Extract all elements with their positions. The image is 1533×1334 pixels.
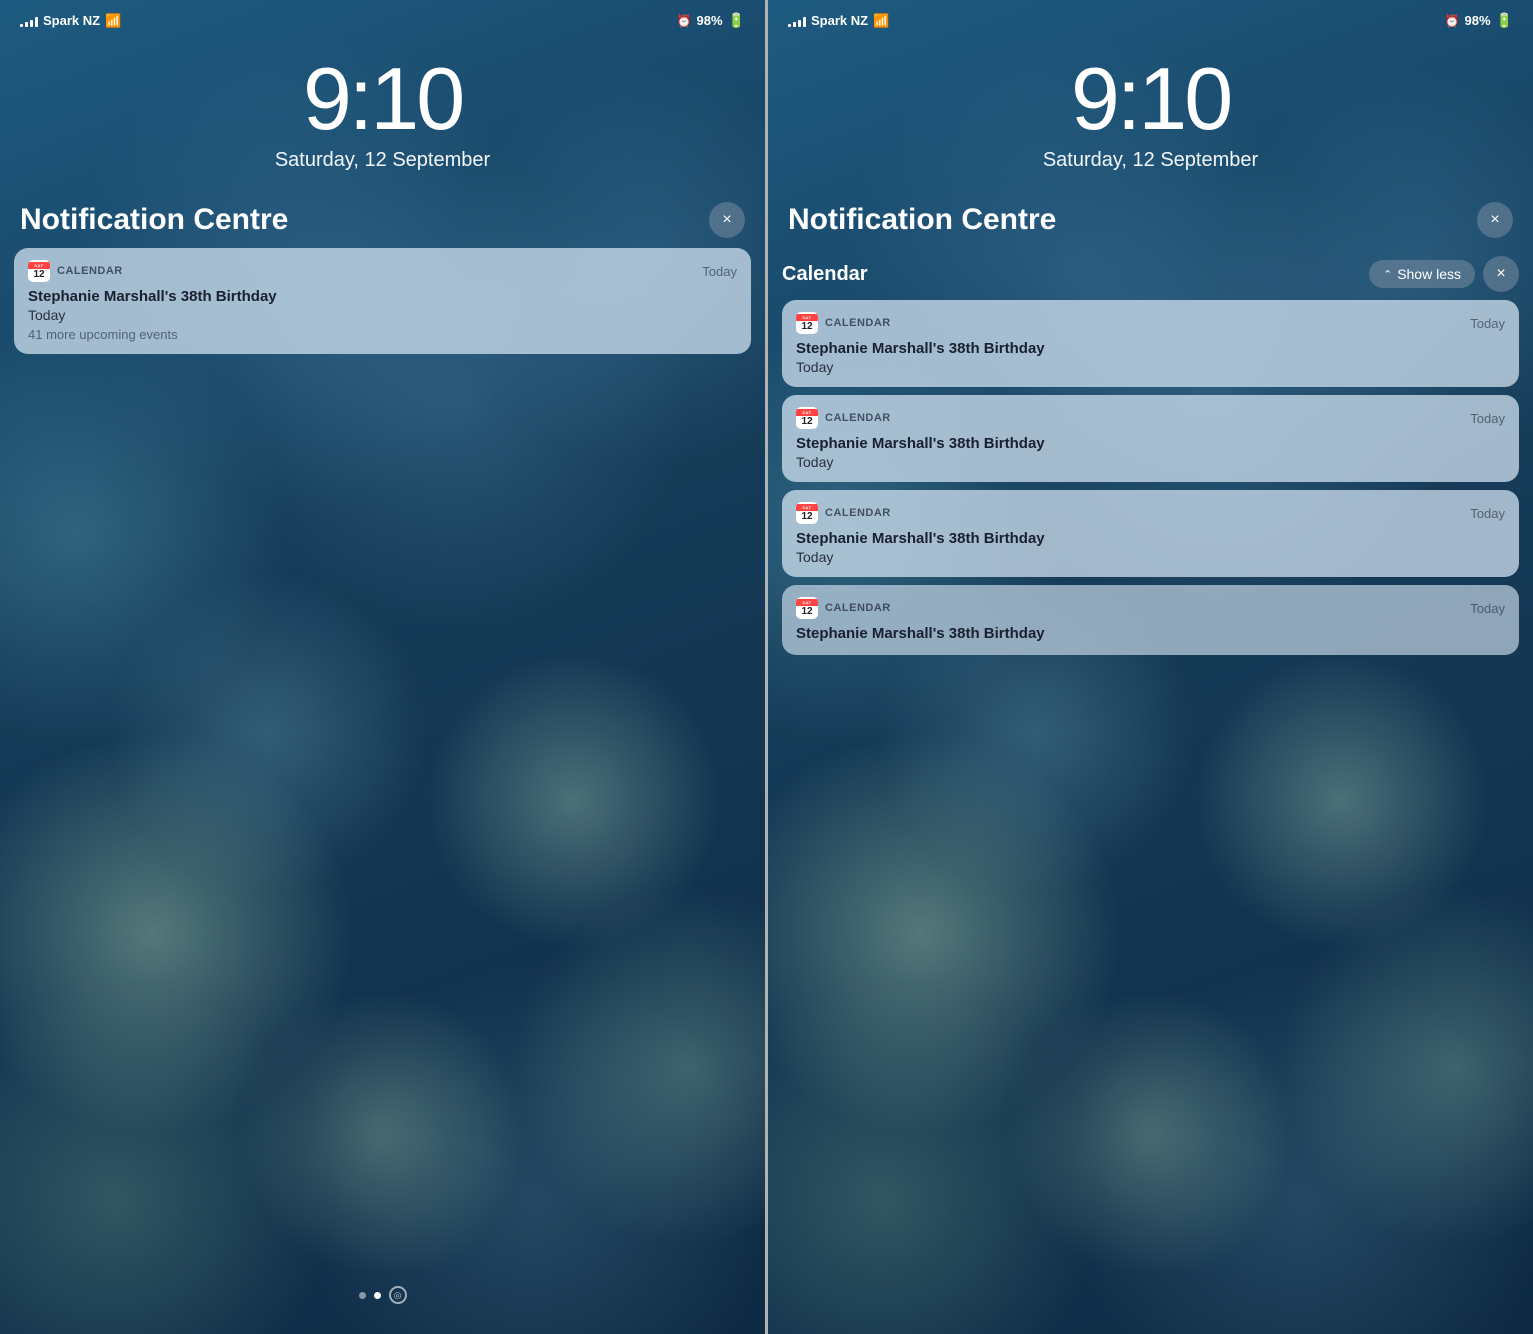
status-bar-right: Spark NZ 📶 ⏰ 98% 🔋 — [768, 0, 1533, 35]
notif-title-text: Stephanie Marshall's 38th Birthday — [28, 288, 737, 305]
wifi-icon-right: 📶 — [873, 13, 889, 29]
alarm-icon-right: ⏰ — [1445, 14, 1460, 28]
signal-icon — [20, 15, 38, 27]
camera-icon: ◎ — [394, 1290, 402, 1301]
right-phone-screen: Spark NZ 📶 ⏰ 98% 🔋 9:10 Saturday, 12 Sep… — [768, 0, 1533, 1334]
notif-sub-3: Today — [796, 549, 1505, 565]
battery-percent-right: 98% — [1465, 13, 1491, 28]
notif-app-info-4: SAT 12 CALENDAR — [796, 597, 891, 619]
notif-header-right: Notification Centre × — [768, 182, 1533, 248]
notif-time-4: Today — [1470, 601, 1505, 616]
alarm-icon: ⏰ — [677, 14, 692, 28]
cal-day-2: 12 — [801, 417, 812, 427]
page-dot-camera: ◎ — [389, 1286, 407, 1304]
notif-app-name-3: CALENDAR — [825, 507, 891, 519]
time-left: 9:10 — [0, 55, 765, 143]
notif-card-partial-4[interactable]: SAT 12 CALENDAR Today Stephanie Marshall… — [782, 585, 1519, 655]
chevron-up-icon: ⌃ — [1383, 268, 1392, 281]
cal-day: 12 — [33, 270, 44, 280]
notif-card-header-4: SAT 12 CALENDAR Today — [796, 597, 1505, 619]
notif-app-name-4: CALENDAR — [825, 602, 891, 614]
notif-sub-2: Today — [796, 454, 1505, 470]
notif-time-2: Today — [1470, 411, 1505, 426]
left-phone-screen: Spark NZ 📶 ⏰ 98% 🔋 9:10 Saturday, 12 Sep… — [0, 0, 765, 1334]
calendar-app-icon-2: SAT 12 — [796, 407, 818, 429]
cal-day-4: 12 — [801, 607, 812, 617]
notif-card-expanded-1[interactable]: SAT 12 CALENDAR Today Stephanie Marshall… — [782, 300, 1519, 387]
calendar-app-icon: SAT 12 — [28, 260, 50, 282]
cal-day-1: 12 — [801, 322, 812, 332]
notif-card-left[interactable]: SAT 12 CALENDAR Today Stephanie Marshall… — [14, 248, 751, 354]
notif-area-expanded: SAT 12 CALENDAR Today Stephanie Marshall… — [768, 300, 1533, 655]
status-right: ⏰ 98% 🔋 — [677, 12, 745, 29]
wifi-icon: 📶 — [105, 13, 121, 29]
notif-title-3: Stephanie Marshall's 38th Birthday — [796, 530, 1505, 547]
page-dots: ◎ — [0, 1286, 765, 1304]
page-dot-1 — [359, 1292, 366, 1299]
notif-title-4: Stephanie Marshall's 38th Birthday — [796, 625, 1505, 642]
close-notif-btn-right[interactable]: × — [1477, 202, 1513, 238]
notif-card-header-3: SAT 12 CALENDAR Today — [796, 502, 1505, 524]
notif-app-name-1: CALENDAR — [825, 317, 891, 329]
notif-card-header-2: SAT 12 CALENDAR Today — [796, 407, 1505, 429]
battery-icon: 🔋 — [728, 12, 745, 29]
cal-top: SAT — [28, 262, 50, 269]
date-left: Saturday, 12 September — [0, 149, 765, 172]
notif-card-expanded-2[interactable]: SAT 12 CALENDAR Today Stephanie Marshall… — [782, 395, 1519, 482]
clock-area-right: 9:10 Saturday, 12 September — [768, 35, 1533, 182]
notif-app-info-1: SAT 12 CALENDAR — [796, 312, 891, 334]
notif-time: Today — [702, 264, 737, 279]
show-less-label: Show less — [1397, 266, 1461, 282]
notif-title-1: Stephanie Marshall's 38th Birthday — [796, 340, 1505, 357]
cal-top-2: SAT — [796, 409, 818, 416]
notif-time-3: Today — [1470, 506, 1505, 521]
group-controls: ⌃ Show less × — [1369, 256, 1519, 292]
notif-area-left: SAT 12 CALENDAR Today Stephanie Marshall… — [0, 248, 765, 354]
cal-top-4: SAT — [796, 599, 818, 606]
notif-subtitle: Today — [28, 307, 737, 323]
notif-app-info-3: SAT 12 CALENDAR — [796, 502, 891, 524]
status-left: Spark NZ 📶 — [20, 13, 121, 29]
carrier-name: Spark NZ — [43, 13, 100, 28]
notif-app-name-2: CALENDAR — [825, 412, 891, 424]
status-right-right: ⏰ 98% 🔋 — [1445, 12, 1513, 29]
notif-card-header-1: SAT 12 CALENDAR Today — [796, 312, 1505, 334]
calendar-app-icon-3: SAT 12 — [796, 502, 818, 524]
notif-sub-1: Today — [796, 359, 1505, 375]
group-header: Calendar ⌃ Show less × — [768, 248, 1533, 300]
notif-time-1: Today — [1470, 316, 1505, 331]
notif-app-info: SAT 12 CALENDAR — [28, 260, 123, 282]
date-right: Saturday, 12 September — [768, 149, 1533, 172]
signal-icon-right — [788, 15, 806, 27]
close-group-btn[interactable]: × — [1483, 256, 1519, 292]
battery-percent: 98% — [697, 13, 723, 28]
notif-title-2: Stephanie Marshall's 38th Birthday — [796, 435, 1505, 452]
show-less-button[interactable]: ⌃ Show less — [1369, 260, 1475, 288]
notif-centre-title-right: Notification Centre — [788, 203, 1056, 237]
notif-app-name: CALENDAR — [57, 265, 123, 277]
cal-top-1: SAT — [796, 314, 818, 321]
battery-icon-right: 🔋 — [1496, 12, 1513, 29]
notif-card-expanded-3[interactable]: SAT 12 CALENDAR Today Stephanie Marshall… — [782, 490, 1519, 577]
cal-top-3: SAT — [796, 504, 818, 511]
notif-card-header: SAT 12 CALENDAR Today — [28, 260, 737, 282]
page-dot-2 — [374, 1292, 381, 1299]
carrier-name-right: Spark NZ — [811, 13, 868, 28]
calendar-app-icon-1: SAT 12 — [796, 312, 818, 334]
time-right: 9:10 — [768, 55, 1533, 143]
clock-area-left: 9:10 Saturday, 12 September — [0, 35, 765, 182]
group-title: Calendar — [782, 263, 868, 286]
notif-centre-title-left: Notification Centre — [20, 203, 288, 237]
notif-app-info-2: SAT 12 CALENDAR — [796, 407, 891, 429]
close-notif-btn-left[interactable]: × — [709, 202, 745, 238]
cal-day-3: 12 — [801, 512, 812, 522]
notif-header-left: Notification Centre × — [0, 182, 765, 248]
calendar-app-icon-4: SAT 12 — [796, 597, 818, 619]
notif-more: 41 more upcoming events — [28, 327, 737, 342]
status-left-right: Spark NZ 📶 — [788, 13, 889, 29]
status-bar-left: Spark NZ 📶 ⏰ 98% 🔋 — [0, 0, 765, 35]
